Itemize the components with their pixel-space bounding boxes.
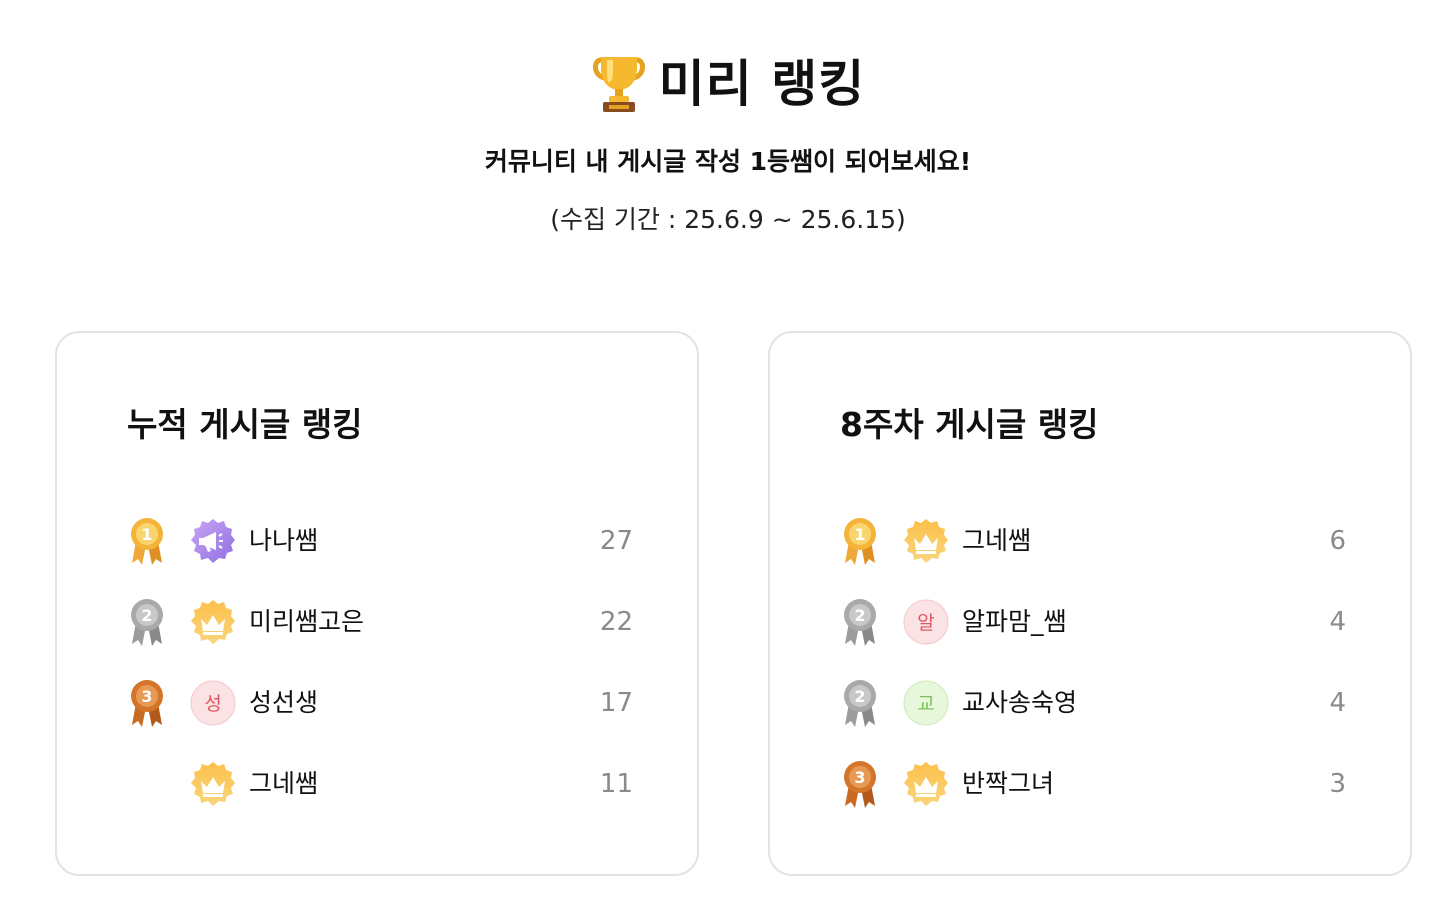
post-count: 11 (599, 769, 633, 799)
page-subtitle: 커뮤니티 내 게시글 작성 1등쌤이 되어보세요! (484, 147, 972, 176)
card-title: 누적 게시글 랭킹 (127, 405, 363, 444)
crown-badge-icon (191, 762, 235, 806)
user-name: 반짝그녀 (962, 769, 1055, 798)
svg-text:1: 1 (141, 525, 152, 544)
crown-badge-icon (904, 519, 948, 563)
bronze-medal-icon: 3 (844, 761, 876, 808)
ranking-row[interactable]: 2 교 교사송숙영 4 (842, 678, 1346, 728)
ranking-row[interactable]: 3 성 성선생 17 (129, 678, 633, 728)
weekly-ranking-card: 8주차 게시글 랭킹 1 그네쌤 6 2 알 알파맘_쌤 4 2 교 교사송숙영… (768, 331, 1412, 876)
crown-badge-icon (191, 600, 235, 644)
gold-medal-icon: 1 (844, 518, 876, 565)
post-count: 17 (599, 688, 633, 718)
letter-avatar-icon: 성 (190, 680, 236, 726)
post-count: 27 (599, 526, 633, 556)
silver-medal-icon: 2 (844, 680, 876, 727)
user-name: 그네쌤 (962, 526, 1032, 555)
post-count: 4 (1329, 607, 1346, 637)
post-count: 3 (1329, 769, 1346, 799)
letter-avatar-icon: 교 (903, 680, 949, 726)
page-title: 미리 랭킹 (658, 55, 866, 113)
collection-period: (수집 기간 : 25.6.9 ~ 25.6.15) (550, 205, 906, 234)
ranking-row[interactable]: 1 나나쌤 27 (129, 516, 633, 566)
title-row: 미리 랭킹 (0, 54, 1456, 114)
ranking-row[interactable]: 그네쌤 11 (129, 759, 633, 809)
user-name: 미리쌤고은 (249, 607, 365, 636)
user-name: 성선생 (249, 688, 319, 717)
user-name: 그네쌤 (249, 769, 319, 798)
letter-avatar-icon: 알 (903, 599, 949, 645)
ranking-row[interactable]: 3 반짝그녀 3 (842, 759, 1346, 809)
silver-medal-icon: 2 (131, 599, 163, 646)
svg-text:2: 2 (141, 606, 152, 625)
bronze-medal-icon: 3 (131, 680, 163, 727)
user-name: 알파맘_쌤 (962, 607, 1067, 636)
cumulative-ranking-card: 누적 게시글 랭킹 1 나나쌤 27 2 미리쌤고은 22 3 성 성선생 17… (55, 331, 699, 876)
crown-badge-icon (904, 762, 948, 806)
avatar-letter: 교 (917, 693, 934, 715)
post-count: 6 (1329, 526, 1346, 556)
gold-medal-icon: 1 (131, 518, 163, 565)
user-name: 교사송숙영 (962, 688, 1078, 717)
svg-text:3: 3 (854, 768, 865, 787)
silver-medal-icon: 2 (844, 599, 876, 646)
ranking-row[interactable]: 2 알 알파맘_쌤 4 (842, 597, 1346, 647)
ranking-row[interactable]: 2 미리쌤고은 22 (129, 597, 633, 647)
svg-text:1: 1 (854, 525, 865, 544)
svg-text:2: 2 (854, 687, 865, 706)
svg-text:3: 3 (141, 687, 152, 706)
ranking-row[interactable]: 1 그네쌤 6 (842, 516, 1346, 566)
card-title: 8주차 게시글 랭킹 (840, 405, 1099, 444)
user-name: 나나쌤 (249, 526, 319, 555)
megaphone-badge-icon (191, 519, 235, 563)
svg-text:2: 2 (854, 606, 865, 625)
post-count: 4 (1329, 688, 1346, 718)
post-count: 22 (599, 607, 633, 637)
avatar-letter: 성 (204, 693, 221, 715)
trophy-icon (592, 57, 645, 112)
avatar-letter: 알 (917, 612, 934, 634)
